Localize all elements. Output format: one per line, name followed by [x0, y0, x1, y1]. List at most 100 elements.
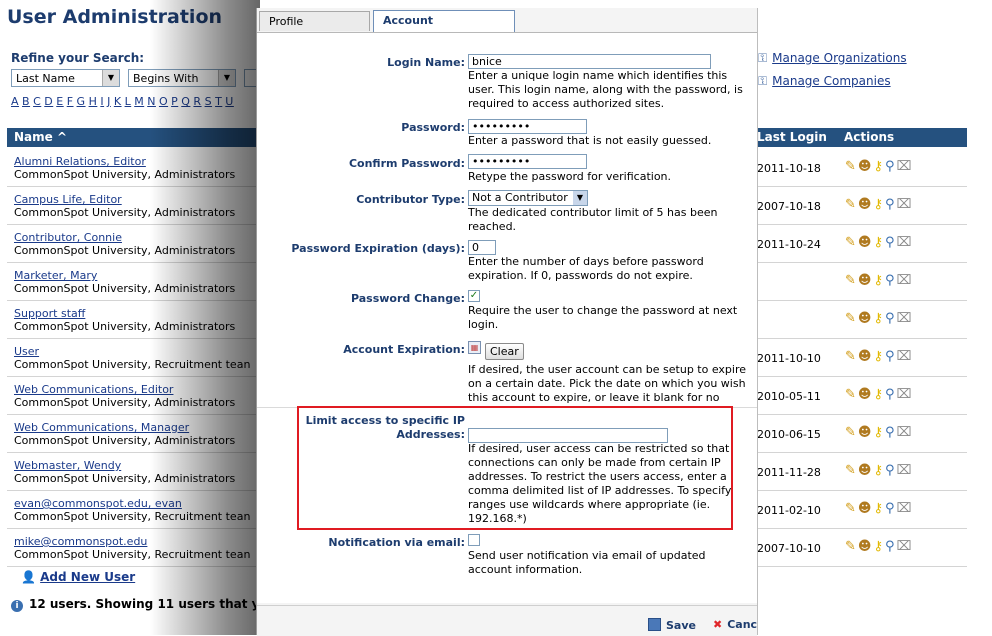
- edit-pencil-icon[interactable]: ✎: [845, 425, 858, 440]
- alpha-filter-link[interactable]: A: [11, 95, 19, 108]
- alpha-filter-link[interactable]: D: [44, 95, 53, 108]
- edit-pencil-icon[interactable]: ✎: [845, 197, 858, 212]
- user-name-link[interactable]: Contributor, Connie: [14, 231, 122, 244]
- delete-icon[interactable]: ⌧: [897, 501, 914, 516]
- search-icon[interactable]: ⚲: [885, 311, 897, 326]
- clear-date-button[interactable]: Clear: [485, 343, 524, 360]
- delete-icon[interactable]: ⌧: [897, 197, 914, 212]
- save-icon: [648, 618, 661, 631]
- manage-companies-link[interactable]: ⚿ Manage Companies: [758, 74, 891, 89]
- groups-icon[interactable]: ☻: [858, 501, 874, 516]
- login-name-input[interactable]: bnice: [468, 54, 711, 69]
- delete-icon[interactable]: ⌧: [897, 235, 914, 250]
- alpha-filter-link[interactable]: M: [134, 95, 144, 108]
- search-icon[interactable]: ⚲: [885, 425, 897, 440]
- groups-icon[interactable]: ☻: [858, 273, 874, 288]
- delete-icon[interactable]: ⌧: [897, 425, 914, 440]
- key-icon[interactable]: ⚷: [873, 501, 885, 516]
- alpha-filter-link[interactable]: H: [89, 95, 98, 108]
- key-icon[interactable]: ⚷: [873, 311, 885, 326]
- key-icon[interactable]: ⚷: [873, 197, 885, 212]
- user-name-link[interactable]: Alumni Relations, Editor: [14, 155, 146, 168]
- groups-icon[interactable]: ☻: [858, 387, 874, 402]
- edit-pencil-icon[interactable]: ✎: [845, 501, 858, 516]
- alpha-filter-link[interactable]: B: [22, 95, 30, 108]
- search-icon[interactable]: ⚲: [885, 463, 897, 478]
- groups-icon[interactable]: ☻: [858, 197, 874, 212]
- delete-icon[interactable]: ⌧: [897, 273, 914, 288]
- delete-icon[interactable]: ⌧: [897, 387, 914, 402]
- search-icon[interactable]: ⚲: [885, 197, 897, 212]
- notification-email-checkbox[interactable]: [468, 534, 480, 546]
- edit-pencil-icon[interactable]: ✎: [845, 539, 858, 554]
- search-icon[interactable]: ⚲: [885, 349, 897, 364]
- search-icon[interactable]: ⚲: [885, 273, 897, 288]
- delete-icon[interactable]: ⌧: [897, 159, 914, 174]
- groups-icon[interactable]: ☻: [858, 159, 874, 174]
- calendar-icon[interactable]: ▦: [468, 341, 481, 354]
- tab-profile-information[interactable]: Profile Information: [259, 11, 370, 48]
- search-icon[interactable]: ⚲: [885, 387, 897, 402]
- key-icon[interactable]: ⚷: [873, 235, 885, 250]
- alpha-filter-link[interactable]: L: [125, 95, 132, 108]
- user-name-link[interactable]: User: [14, 345, 39, 358]
- column-name-header[interactable]: Name ^: [14, 128, 67, 147]
- user-name-link[interactable]: Campus Life, Editor: [14, 193, 122, 206]
- chevron-down-icon: ▼: [573, 191, 587, 205]
- confirm-password-help: Retype the password for verification.: [468, 170, 672, 183]
- groups-icon[interactable]: ☻: [858, 349, 874, 364]
- add-new-user-link[interactable]: 👤 Add New User: [21, 570, 135, 584]
- alpha-filter-link[interactable]: I: [100, 95, 104, 108]
- alpha-filter-link[interactable]: J: [107, 95, 111, 108]
- password-input[interactable]: •••••••••: [468, 119, 587, 134]
- groups-icon[interactable]: ☻: [858, 235, 874, 250]
- cancel-button[interactable]: ✖ Canc: [713, 618, 757, 631]
- chevron-down-icon: ▼: [102, 70, 119, 86]
- edit-pencil-icon[interactable]: ✎: [845, 349, 858, 364]
- key-icon[interactable]: ⚷: [873, 539, 885, 554]
- search-icon[interactable]: ⚲: [885, 159, 897, 174]
- contributor-type-select[interactable]: Not a Contributor ▼: [468, 190, 588, 206]
- edit-pencil-icon[interactable]: ✎: [845, 273, 858, 288]
- confirm-password-input[interactable]: •••••••••: [468, 154, 587, 169]
- edit-pencil-icon[interactable]: ✎: [845, 235, 858, 250]
- delete-icon[interactable]: ⌧: [897, 349, 914, 364]
- groups-icon[interactable]: ☻: [858, 463, 874, 478]
- delete-icon[interactable]: ⌧: [897, 311, 914, 326]
- alpha-filter-link[interactable]: K: [114, 95, 122, 108]
- edit-pencil-icon[interactable]: ✎: [845, 463, 858, 478]
- groups-icon[interactable]: ☻: [858, 311, 874, 326]
- save-button[interactable]: Save: [648, 618, 696, 632]
- user-name-link[interactable]: Marketer, Mary: [14, 269, 97, 282]
- filter-field-select[interactable]: Last Name ▼: [11, 69, 120, 87]
- user-name-link[interactable]: Support staff: [14, 307, 85, 320]
- notification-email-label: Notification via email:: [328, 536, 465, 549]
- key-icon[interactable]: ⚷: [873, 463, 885, 478]
- edit-pencil-icon[interactable]: ✎: [845, 387, 858, 402]
- manage-organizations-link[interactable]: ⚿ Manage Organizations: [758, 51, 907, 66]
- alpha-filter-link[interactable]: F: [67, 95, 74, 108]
- alpha-filter-link[interactable]: E: [56, 95, 63, 108]
- key-icon[interactable]: ⚷: [873, 159, 885, 174]
- column-last-login-header[interactable]: Last Login: [757, 128, 827, 147]
- groups-icon[interactable]: ☻: [858, 425, 874, 440]
- key-icon[interactable]: ⚷: [873, 349, 885, 364]
- user-name-link[interactable]: Webmaster, Wendy: [14, 459, 121, 472]
- key-icon[interactable]: ⚷: [873, 273, 885, 288]
- search-icon[interactable]: ⚲: [885, 539, 897, 554]
- alpha-filter-link[interactable]: G: [77, 95, 86, 108]
- password-change-checkbox[interactable]: ✓: [468, 290, 480, 302]
- search-icon[interactable]: ⚲: [885, 235, 897, 250]
- user-name-link[interactable]: mike@commonspot.edu: [14, 535, 147, 548]
- key-icon[interactable]: ⚷: [873, 425, 885, 440]
- search-icon[interactable]: ⚲: [885, 501, 897, 516]
- edit-pencil-icon[interactable]: ✎: [845, 311, 858, 326]
- delete-icon[interactable]: ⌧: [897, 463, 914, 478]
- groups-icon[interactable]: ☻: [858, 539, 874, 554]
- key-icon[interactable]: ⚷: [873, 387, 885, 402]
- delete-icon[interactable]: ⌧: [897, 539, 914, 554]
- edit-pencil-icon[interactable]: ✎: [845, 159, 858, 174]
- alpha-filter-link[interactable]: C: [33, 95, 41, 108]
- tab-account-information[interactable]: Account Information: [373, 10, 515, 47]
- password-expiration-input[interactable]: 0: [468, 240, 496, 255]
